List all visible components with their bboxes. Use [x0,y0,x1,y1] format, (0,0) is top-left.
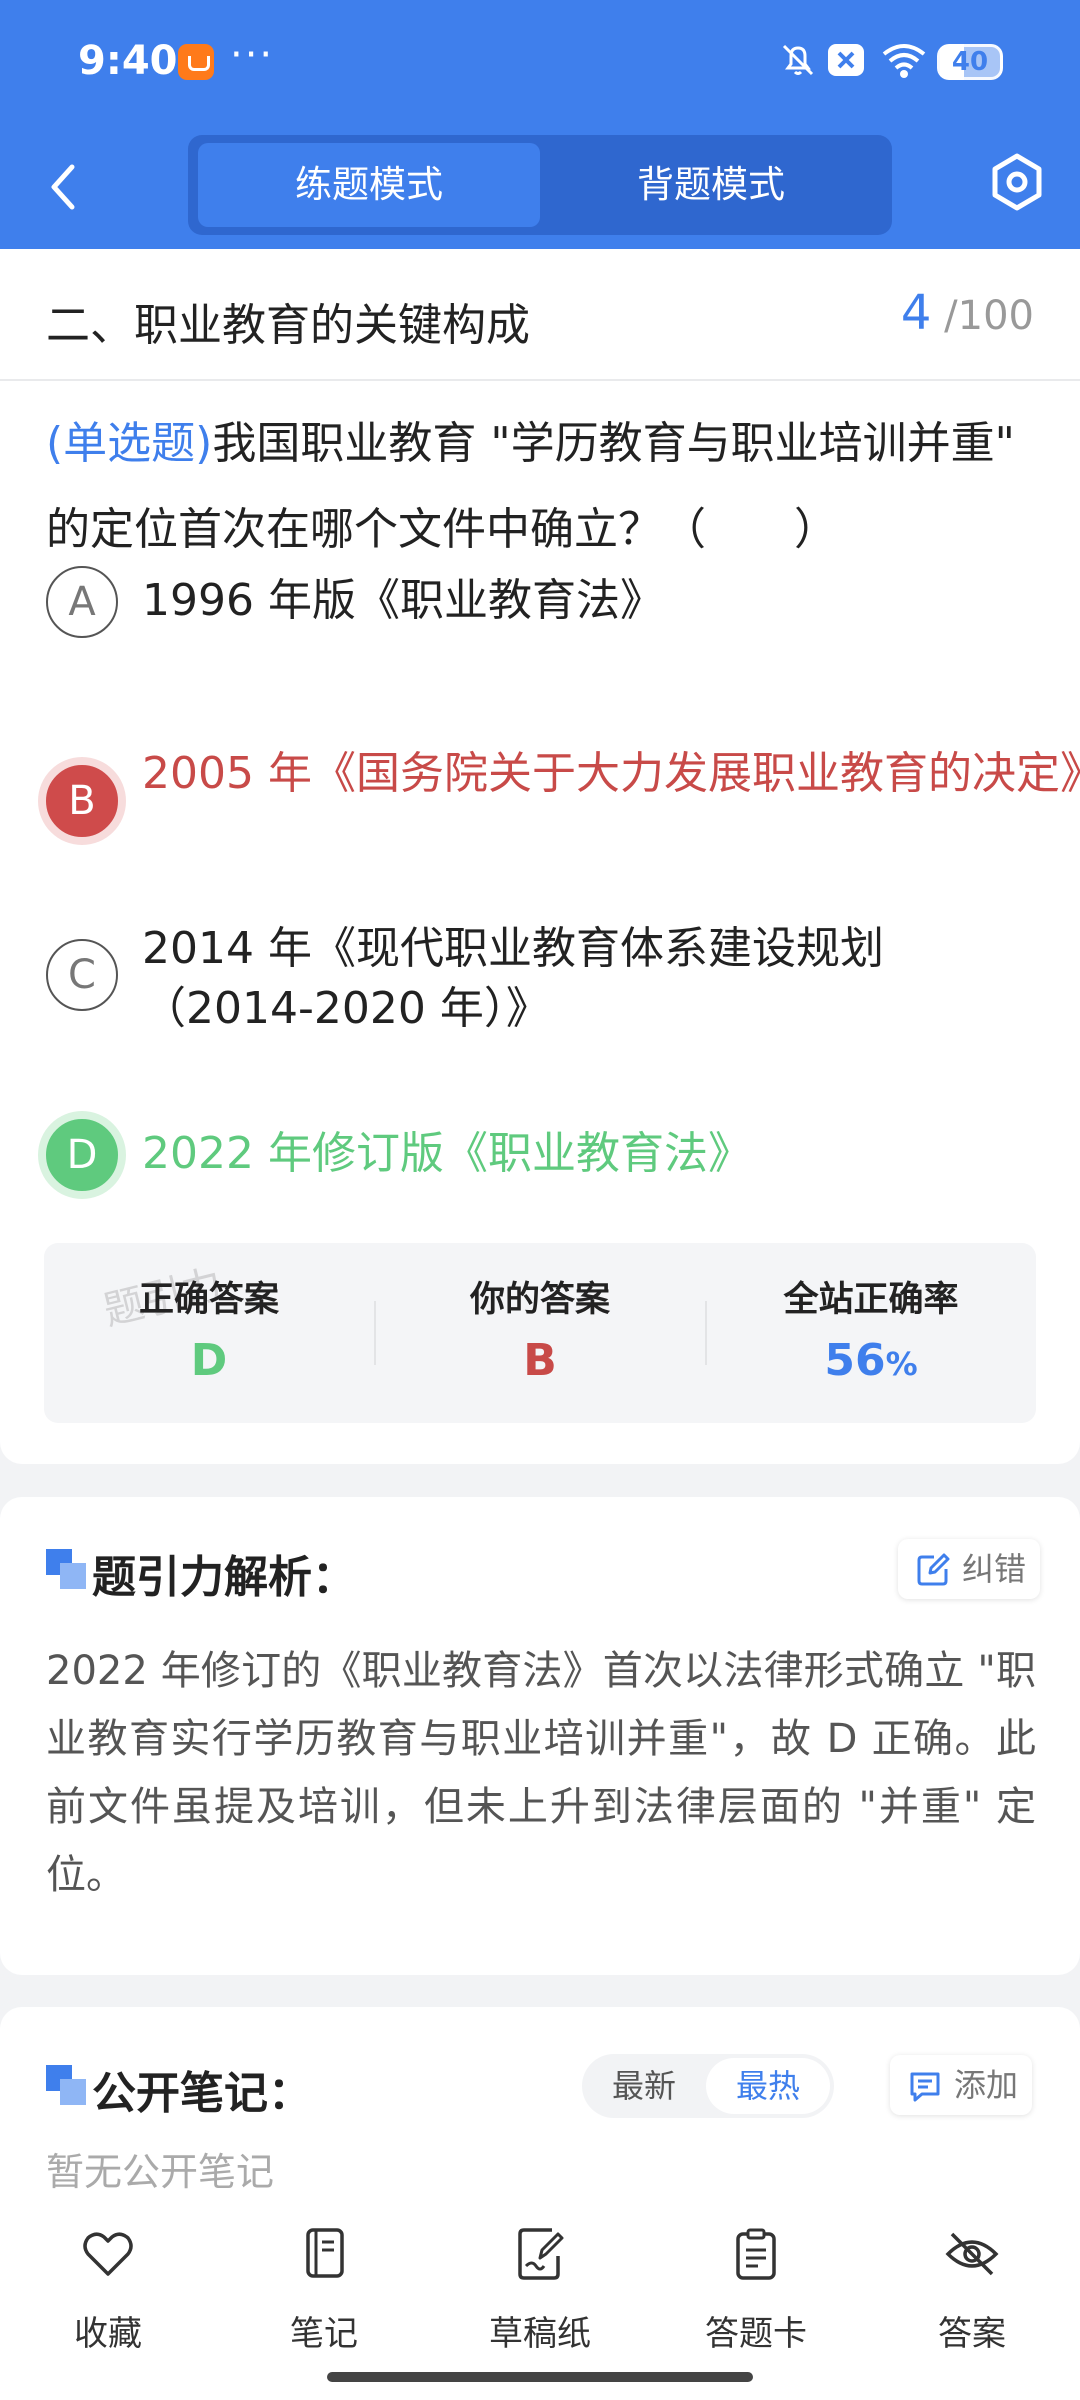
more-notifications-indicator: ··· [230,32,275,78]
option-letter: C [46,939,118,1011]
report-error-label: 纠错 [962,1550,1027,1588]
option-d[interactable]: D 2022 年修订版《职业教育法》 [46,859,1046,1191]
notes-card: 公开笔记： 最新 最热 添加 暂无公开笔记 [0,2007,1080,2217]
top-header: 9:40 ··· 40 练题模式 背题模式 [0,0,1080,249]
section-square-icon [46,1549,86,1589]
battery-indicator: 40 [937,44,1003,80]
status-bar: 9:40 ··· 40 [0,0,1080,125]
question-card: 二、职业教育的关键构成 4 /100 (单选题)我国职业教育 "学历教育与职业培… [0,249,1080,1464]
tab-practice-mode[interactable]: 练题模式 [198,143,540,227]
accuracy-block: 全站正确率 56% [706,1243,1036,1423]
accuracy-number: 56 [824,1335,886,1386]
option-text: 2022 年修订版《职业教育法》 [142,1128,752,1179]
accuracy-value: 56% [706,1335,1036,1386]
section-title: 二、职业教育的关键构成 [46,300,530,351]
home-indicator[interactable] [327,2372,753,2382]
show-answer-button[interactable]: 答案 [882,2226,1062,2366]
add-note-button[interactable]: 添加 [890,2055,1033,2115]
tab-memorize-mode[interactable]: 背题模式 [540,143,882,227]
draft-paper-label: 草稿纸 [489,2314,591,2354]
add-note-label: 添加 [954,2066,1019,2104]
answer-card-button[interactable]: 答题卡 [666,2226,846,2366]
comment-icon [910,2072,940,2102]
analysis-title: 题引力解析： [92,1552,356,1603]
option-a[interactable]: A 1996 年版《职业教育法》 [46,406,1046,638]
notes-label: 笔记 [290,2314,358,2354]
heart-icon [83,2232,133,2276]
your-answer-block: 你的答案 B [375,1243,705,1423]
favorite-button[interactable]: 收藏 [18,2226,198,2366]
notes-title: 公开笔记： [92,2068,312,2119]
notes-sort-switch: 最新 最热 [582,2054,834,2118]
answer-summary: 题引力 正确答案 D 你的答案 B 全站正确率 56% [44,1243,1036,1423]
correct-answer-label: 正确答案 [138,1280,279,1320]
shopping-app-icon [178,44,214,80]
correct-answer-block: 正确答案 D [44,1243,374,1423]
total-questions: /100 [944,293,1034,339]
favorite-label: 收藏 [74,2314,142,2354]
sort-latest[interactable]: 最新 [586,2058,702,2114]
eye-off-icon [945,2232,999,2276]
accuracy-unit: % [885,1345,918,1383]
divider [0,379,1080,381]
answer-card-icon [736,2228,776,2280]
show-answer-label: 答案 [938,2314,1006,2354]
sim-off-icon [828,44,864,76]
option-b[interactable]: B 2005 年《国务院关于大力发展职业教育的决定》 [46,501,1080,837]
option-c[interactable]: C 2014 年《现代职业教育体系建设规划（2014-2020 年）》 [46,681,1046,1034]
current-question-number: 4 [900,285,932,341]
analysis-text: 2022 年修订的《职业教育法》首次以法律形式确立 "职业教育实行学历教育与职业… [46,1648,1036,1898]
mute-icon [782,44,814,76]
sort-hot[interactable]: 最热 [706,2058,830,2114]
mode-switch: 练题模式 背题模式 [188,135,892,235]
section-square-icon [46,2065,86,2105]
edit-icon [917,1553,950,1586]
notebook-icon [306,2228,344,2278]
back-icon[interactable] [40,155,84,219]
wifi-icon [882,44,926,78]
notes-button[interactable]: 笔记 [234,2226,414,2366]
correct-answer-value: D [190,1335,228,1386]
draft-paper-icon [518,2228,564,2280]
bottom-toolbar: 收藏 笔记 草稿纸 答题卡 答案 [0,2190,1080,2400]
question-counter: 4 /100 [901,285,1034,341]
nav-bar: 练题模式 背题模式 [0,125,1080,249]
draft-paper-button[interactable]: 草稿纸 [450,2226,630,2366]
settings-icon[interactable] [985,150,1049,214]
your-answer-value: B [523,1335,557,1386]
notes-empty-text: 暂无公开笔记 [46,2150,275,2194]
option-text: 2014 年《现代职业教育体系建设规划（2014-2020 年）》 [142,923,884,1034]
report-error-button[interactable]: 纠错 [898,1539,1041,1599]
your-answer-label: 你的答案 [469,1280,610,1320]
answer-card-label: 答题卡 [705,2314,807,2354]
option-letter: D [46,1119,118,1191]
status-time: 9:40 [78,38,178,84]
analysis-card: 题引力解析： 纠错 2022 年修订的《职业教育法》首次以法律形式确立 "职业教… [0,1497,1080,1975]
accuracy-label: 全站正确率 [783,1280,959,1320]
